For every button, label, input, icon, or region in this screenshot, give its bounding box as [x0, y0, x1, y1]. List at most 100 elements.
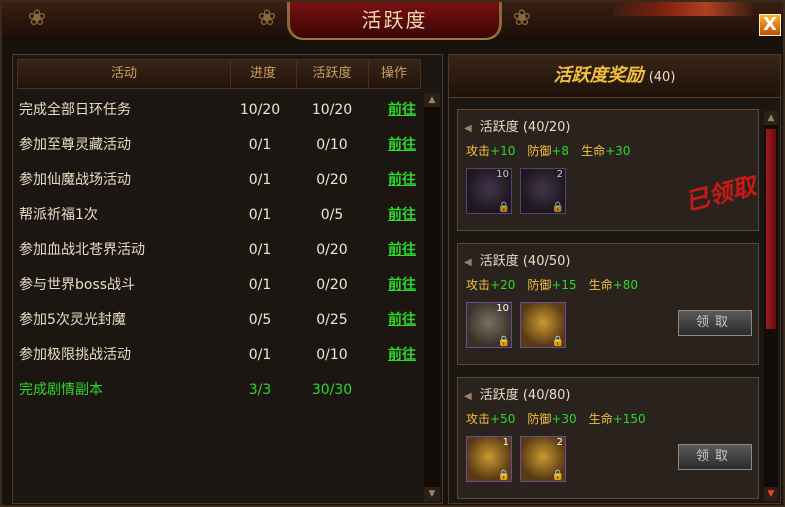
ornament-icon: ❀ [257, 6, 277, 31]
stat-value: +50 [490, 412, 516, 426]
table-row: 参加血战北苍界活动 0/1 0/20 前往 [17, 233, 421, 268]
activity-points: 0/10 [316, 347, 348, 363]
stat-bonus: 攻击+10 [466, 144, 515, 158]
table-row: 帮派祈福1次 0/1 0/5 前往 [17, 198, 421, 233]
stat-value: +8 [551, 144, 570, 158]
activity-progress: 0/5 [248, 312, 272, 328]
stat-label: 防御 [527, 278, 552, 292]
rewards-scrollbar[interactable]: ▲ ▼ [764, 111, 778, 501]
gold-scroll-icon[interactable]: 🔒 [520, 302, 566, 348]
crystal-icon[interactable]: 10 🔒 [466, 168, 512, 214]
activity-name: 参加5次灵光封魔 [19, 312, 126, 328]
reward-card-header: ◀ 活跃度 (40/80) [464, 384, 570, 403]
reward-label: 活跃度 [479, 254, 519, 269]
activity-progress: 0/1 [248, 277, 272, 293]
window-title: 活跃度 [361, 8, 428, 32]
activity-name: 完成剧情副本 [19, 382, 103, 398]
lock-icon: 🔒 [497, 470, 510, 481]
scroll-up-icon[interactable]: ▲ [764, 111, 778, 125]
activity-points: 0/5 [320, 207, 344, 223]
reward-label: 活跃度 [479, 120, 519, 135]
activity-progress: 0/1 [248, 347, 272, 363]
table-rows: 完成全部日环任务 10/20 10/20 前往 参加至尊灵藏活动 0/1 0/10 前往 参加仙… [17, 93, 421, 408]
activity-progress: 0/1 [248, 172, 272, 188]
reward-stats: 攻击+50 防御+30 生命+150 [466, 410, 658, 427]
ornament-icon: ❀ [27, 6, 47, 31]
table-row: 参加5次灵光封魔 0/5 0/25 前往 [17, 303, 421, 338]
item-count: 1 [502, 437, 509, 448]
table-row: 参加极限挑战活动 0/1 0/10 前往 [17, 338, 421, 373]
table-scrollbar[interactable]: ▲ ▼ [424, 93, 440, 501]
stat-bonus: 防御+30 [527, 412, 576, 426]
table-header: 活动 进度 活跃度 操作 [17, 59, 421, 89]
activity-name: 帮派祈福1次 [19, 207, 98, 223]
activity-points: 10/20 [311, 102, 353, 118]
activity-name: 参加血战北苍界活动 [19, 242, 145, 258]
collapse-arrow-icon[interactable]: ◀ [464, 257, 472, 268]
lock-icon: 🔒 [497, 202, 510, 213]
collapse-arrow-icon[interactable]: ◀ [464, 391, 472, 402]
stat-label: 攻击 [466, 412, 491, 426]
table-row: 参与世界boss战斗 0/1 0/20 前往 [17, 268, 421, 303]
title-bar: ❀ ❀ ❀ 活跃度 X [2, 2, 783, 40]
scroll-down-icon[interactable]: ▼ [424, 487, 440, 501]
stat-bonus: 攻击+50 [466, 412, 515, 426]
reward-card: ◀ 活跃度 (40/20) 攻击+10 防御+8 生命+30 10 🔒 2 🔒 已领取 [457, 109, 759, 231]
stat-value: +20 [490, 278, 516, 292]
rewards-panel: 活跃度奖励 (40) ◀ 活跃度 (40/20) 攻击+10 防御+8 生命+30 10 🔒… [448, 54, 781, 504]
activity-name: 完成全部日环任务 [19, 102, 131, 118]
stat-bonus: 攻击+20 [466, 278, 515, 292]
lock-icon: 🔒 [551, 202, 564, 213]
activity-progress: 0/1 [248, 242, 272, 258]
reward-card-header: ◀ 活跃度 (40/50) [464, 250, 570, 269]
scroll-up-icon[interactable]: ▲ [424, 93, 440, 107]
rewards-title: 活跃度奖励 [553, 65, 644, 86]
item-count: 2 [556, 169, 563, 180]
stat-label: 生命 [588, 278, 613, 292]
reward-threshold: (40/80) [522, 388, 571, 403]
reward-card-header: ◀ 活跃度 (40/20) [464, 116, 570, 135]
stat-bonus: 防御+15 [527, 278, 576, 292]
stat-bonus: 生命+150 [589, 412, 646, 426]
item-count: 2 [556, 437, 563, 448]
stat-value: +30 [551, 412, 577, 426]
header-operation: 操作 [380, 66, 407, 81]
activity-window: ❀ ❀ ❀ 活跃度 X 活动 进度 活跃度 操作 完成全部日环任务 10/20 10… [0, 0, 785, 507]
stat-value: +80 [612, 278, 639, 292]
item-count: 10 [496, 169, 509, 180]
rewards-header: 活跃度奖励 (40) [449, 55, 780, 98]
activity-points: 0/25 [316, 312, 348, 328]
activity-progress: 3/3 [248, 382, 272, 398]
stat-value: +150 [612, 412, 646, 426]
activity-name: 参加仙魔战场活动 [19, 172, 131, 188]
claim-button[interactable]: 领取 [678, 444, 752, 470]
stat-label: 防御 [527, 144, 552, 158]
activity-progress: 10/20 [239, 102, 281, 118]
stat-label: 防御 [527, 412, 552, 426]
collapse-arrow-icon[interactable]: ◀ [464, 123, 472, 134]
chest-icon[interactable]: 2 🔒 [520, 168, 566, 214]
reward-threshold: (40/20) [522, 120, 571, 135]
reward-stats: 攻击+10 防御+8 生命+30 [466, 142, 642, 159]
red-chest-icon[interactable]: 2 🔒 [520, 436, 566, 482]
ornament-icon: ❀ [512, 6, 532, 31]
stat-bonus: 防御+8 [527, 144, 569, 158]
activity-points: 0/20 [316, 277, 348, 293]
stat-label: 攻击 [466, 278, 491, 292]
title-plate: 活跃度 [287, 2, 502, 40]
activity-table-panel: 活动 进度 活跃度 操作 完成全部日环任务 10/20 10/20 前往 参加至尊灵藏活… [12, 54, 443, 504]
stat-label: 攻击 [466, 144, 491, 158]
activity-progress: 0/1 [248, 207, 272, 223]
activity-points: 0/20 [316, 242, 348, 258]
pet-icon[interactable]: 10 🔒 [466, 302, 512, 348]
activity-name: 参加极限挑战活动 [19, 347, 131, 363]
gold-scroll-icon[interactable]: 1 🔒 [466, 436, 512, 482]
scroll-down-icon[interactable]: ▼ [764, 487, 778, 501]
close-icon[interactable]: X [759, 14, 781, 36]
scroll-thumb[interactable] [766, 129, 776, 329]
activity-points: 30/30 [311, 382, 353, 398]
item-count: 10 [496, 303, 509, 314]
activity-name: 参加至尊灵藏活动 [19, 137, 131, 153]
claim-button[interactable]: 领取 [678, 310, 752, 336]
table-row: 参加仙魔战场活动 0/1 0/20 前往 [17, 163, 421, 198]
